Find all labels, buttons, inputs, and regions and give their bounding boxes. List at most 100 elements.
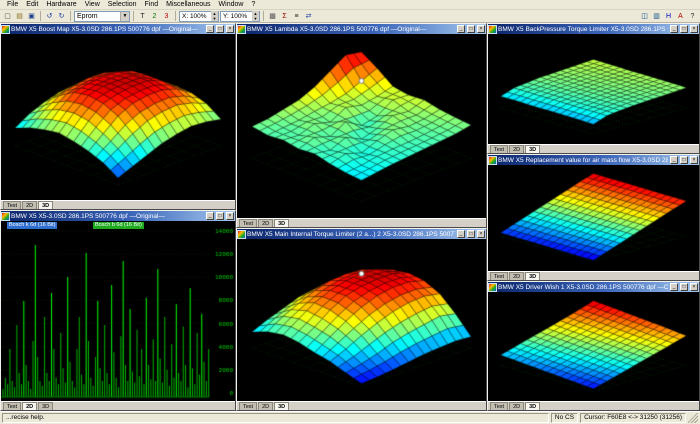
menu-selection[interactable]: Selection xyxy=(104,1,141,8)
window-titlebar[interactable]: BMW X5 Driver Wish 1 X5-3.0SD 286.1PS 50… xyxy=(488,282,699,292)
save-icon[interactable]: ▣ xyxy=(26,11,37,22)
tab-text[interactable]: Text xyxy=(239,402,257,410)
window-titlebar[interactable]: BMW X5 BackPressure Torque Limiter X5-3.… xyxy=(488,24,699,34)
menu-miscellaneous[interactable]: Miscellaneous xyxy=(162,1,214,8)
menu-edit[interactable]: Edit xyxy=(22,1,42,8)
surface-plot-area[interactable] xyxy=(1,34,235,200)
restore-button[interactable]: □ xyxy=(467,25,475,33)
new-file-icon[interactable]: ▢ xyxy=(2,11,13,22)
map-icon xyxy=(489,284,496,291)
map-window-backpressure: BMW X5 BackPressure Torque Limiter X5-3.… xyxy=(487,23,700,154)
signal-plot-area[interactable]: Bosch k 6d (16 Bit) Bosch b 6d (16 Bit) xyxy=(1,221,235,401)
open-folder-icon[interactable]: ▤ xyxy=(14,11,25,22)
hex-view-icon[interactable]: H xyxy=(663,11,674,22)
zoom-x-field[interactable]: X: 100% ▲▼ xyxy=(179,11,219,22)
surface-plot-area[interactable] xyxy=(488,292,699,401)
undo-icon[interactable]: ↺ xyxy=(44,11,55,22)
close-button[interactable]: × xyxy=(690,156,698,164)
surface-plot-canvas[interactable] xyxy=(488,165,699,271)
tab-2d[interactable]: 2D xyxy=(22,201,37,209)
close-button[interactable]: × xyxy=(477,25,485,33)
compare-icon[interactable]: ⇄ xyxy=(303,11,314,22)
tab-2d[interactable]: 2D xyxy=(22,402,37,410)
tab-3d[interactable]: 3D xyxy=(274,402,289,410)
tab-text[interactable]: Text xyxy=(3,201,21,209)
restore-button[interactable]: □ xyxy=(467,230,475,238)
restore-button[interactable]: □ xyxy=(680,25,688,33)
view-2d-icon[interactable]: 2 xyxy=(149,11,160,22)
menu-window[interactable]: Window xyxy=(215,1,248,8)
tab-3d[interactable]: 3D xyxy=(525,272,540,280)
ascii-view-icon[interactable]: A xyxy=(675,11,686,22)
surface-plot-canvas[interactable] xyxy=(1,34,235,200)
tab-3d[interactable]: 3D xyxy=(38,402,53,410)
surface-plot-canvas[interactable] xyxy=(488,34,699,144)
window-cascade-icon[interactable]: ◫ xyxy=(639,11,650,22)
minimize-button[interactable]: _ xyxy=(457,25,465,33)
zoom-y-spinner[interactable]: ▲▼ xyxy=(252,11,259,21)
window-titlebar[interactable]: BMW X5 X5-3.0SD 286.1PS 500776 dpf —Orig… xyxy=(1,211,235,221)
signal-plot-canvas[interactable] xyxy=(1,221,235,401)
checksum-icon[interactable]: Σ xyxy=(279,11,290,22)
restore-button[interactable]: □ xyxy=(680,283,688,291)
close-button[interactable]: × xyxy=(690,25,698,33)
tab-2d[interactable]: 2D xyxy=(509,402,524,410)
surface-plot-area[interactable] xyxy=(237,34,486,218)
minimize-button[interactable]: _ xyxy=(670,283,678,291)
minimize-button[interactable]: _ xyxy=(206,212,214,220)
window-titlebar[interactable]: BMW X5 Lambda X5-3.0SD 286.1PS 500776 dp… xyxy=(237,24,486,34)
window-titlebar[interactable]: BMW X5 Main Internal Torque Limiter (2 a… xyxy=(237,229,486,239)
selection-icon[interactable]: ▩ xyxy=(267,11,278,22)
tab-3d[interactable]: 3D xyxy=(525,402,540,410)
tab-3d[interactable]: 3D xyxy=(525,145,540,153)
tab-2d[interactable]: 2D xyxy=(258,402,273,410)
map-marker-label[interactable]: Bosch b 6d (16 Bit) xyxy=(93,222,144,229)
tab-2d[interactable]: 2D xyxy=(258,219,273,227)
window-titlebar[interactable]: BMW X5 Replacement value for air mass fl… xyxy=(488,155,699,165)
resize-grip[interactable] xyxy=(688,413,698,423)
close-button[interactable]: × xyxy=(477,230,485,238)
chevron-down-icon[interactable]: ▼ xyxy=(120,12,129,21)
surface-plot-canvas[interactable] xyxy=(237,34,486,218)
menu-view[interactable]: View xyxy=(81,1,104,8)
close-button[interactable]: × xyxy=(226,25,234,33)
menu-help[interactable]: ? xyxy=(247,1,259,8)
redo-icon[interactable]: ↻ xyxy=(56,11,67,22)
menu-file[interactable]: File xyxy=(3,1,22,8)
zoom-y-field[interactable]: Y: 100% ▲▼ xyxy=(220,11,260,22)
tab-3d[interactable]: 3D xyxy=(274,219,289,227)
tab-2d[interactable]: 2D xyxy=(509,145,524,153)
map-search-icon[interactable]: ≡ xyxy=(291,11,302,22)
surface-plot-canvas[interactable] xyxy=(488,292,699,401)
tab-text[interactable]: Text xyxy=(239,219,257,227)
tab-text[interactable]: Text xyxy=(3,402,21,410)
tab-text[interactable]: Text xyxy=(490,402,508,410)
surface-plot-area[interactable] xyxy=(237,239,486,401)
close-button[interactable]: × xyxy=(690,283,698,291)
map-marker-label[interactable]: Bosch k 6d (16 Bit) xyxy=(7,222,57,229)
minimize-button[interactable]: _ xyxy=(457,230,465,238)
help-icon[interactable]: ? xyxy=(687,11,698,22)
minimize-button[interactable]: _ xyxy=(206,25,214,33)
restore-button[interactable]: □ xyxy=(680,156,688,164)
surface-plot-area[interactable] xyxy=(488,165,699,271)
minimize-button[interactable]: _ xyxy=(670,156,678,164)
menu-find[interactable]: Find xyxy=(141,1,163,8)
surface-plot-canvas[interactable] xyxy=(237,239,486,401)
close-button[interactable]: × xyxy=(226,212,234,220)
restore-button[interactable]: □ xyxy=(216,25,224,33)
view-text-icon[interactable]: T xyxy=(137,11,148,22)
tab-text[interactable]: Text xyxy=(490,272,508,280)
eprom-selector[interactable]: Eprom ▼ xyxy=(74,11,130,22)
restore-button[interactable]: □ xyxy=(216,212,224,220)
surface-plot-area[interactable] xyxy=(488,34,699,144)
zoom-x-spinner[interactable]: ▲▼ xyxy=(211,11,218,21)
window-titlebar[interactable]: BMW X5 Boost Map X5-3.0SD 286.1PS 500776… xyxy=(1,24,235,34)
view-3d-icon[interactable]: 3 xyxy=(161,11,172,22)
tab-3d[interactable]: 3D xyxy=(38,201,53,209)
tab-text[interactable]: Text xyxy=(490,145,508,153)
tab-2d[interactable]: 2D xyxy=(509,272,524,280)
window-tile-icon[interactable]: ▥ xyxy=(651,11,662,22)
menu-hardware[interactable]: Hardware xyxy=(42,1,80,8)
minimize-button[interactable]: _ xyxy=(670,25,678,33)
